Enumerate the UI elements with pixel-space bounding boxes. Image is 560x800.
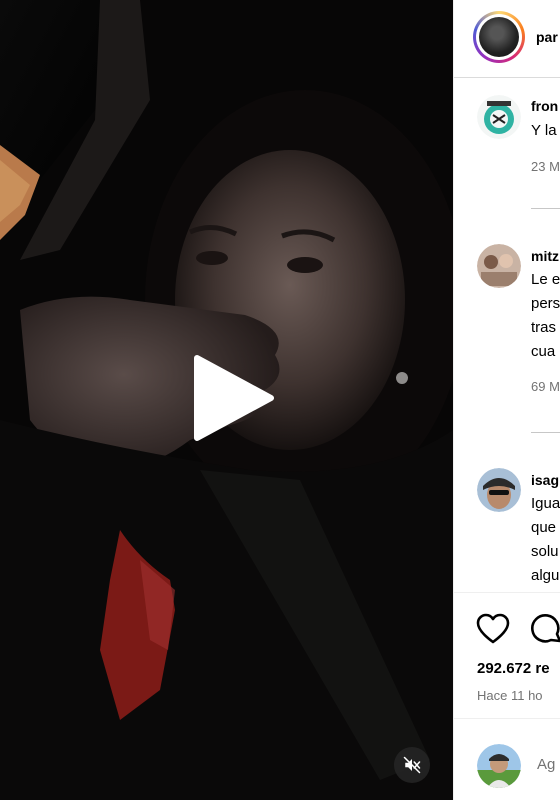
comment-meta: 69 M <box>531 379 560 394</box>
mute-button[interactable] <box>394 747 430 783</box>
commenter-avatar[interactable] <box>477 95 521 139</box>
post-header: par <box>454 0 560 78</box>
add-comment-input[interactable] <box>537 756 560 773</box>
divider <box>454 592 560 593</box>
post-sidebar: par fron Y la 23 M mitz Le e pers tras c… <box>453 0 560 800</box>
comment-username[interactable]: isag <box>531 472 559 488</box>
comment-bubble-icon[interactable] <box>530 613 560 647</box>
play-icon[interactable] <box>187 352 279 444</box>
speaker-muted-icon <box>403 756 421 774</box>
commenter-avatar[interactable] <box>477 244 521 288</box>
divider <box>454 718 560 719</box>
commenter-avatar[interactable] <box>477 468 521 512</box>
comment-text: Le e pers tras cua <box>531 271 560 360</box>
author-avatar[interactable] <box>473 11 525 63</box>
author-username[interactable]: par <box>536 29 558 45</box>
divider <box>531 432 560 433</box>
video-player[interactable] <box>0 0 453 800</box>
comment-text: Y la <box>531 122 557 139</box>
post-timestamp[interactable]: Hace 11 ho <box>477 688 543 703</box>
comment-username[interactable]: fron <box>531 98 558 114</box>
comments-list: fron Y la 23 M mitz Le e pers tras cua 6… <box>454 78 560 592</box>
heart-icon[interactable] <box>476 613 510 645</box>
divider <box>531 208 560 209</box>
likes-count[interactable]: 292.672 re <box>477 660 550 677</box>
current-user-avatar <box>477 744 521 788</box>
comment-text: Igua que solu algu <box>531 495 560 584</box>
comment-meta: 23 M <box>531 159 560 174</box>
comment-username[interactable]: mitz <box>531 248 559 264</box>
